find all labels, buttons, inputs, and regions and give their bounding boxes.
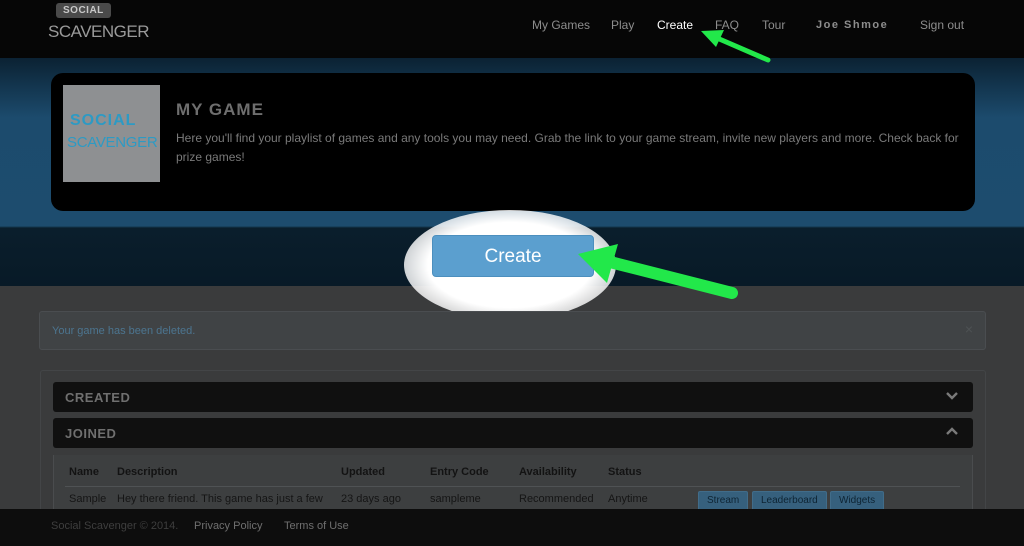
page-description: Here you'll find your playlist of games … — [176, 131, 959, 164]
column-header: Name — [69, 466, 99, 478]
nav-tour[interactable]: Tour — [762, 18, 785, 32]
cell-updated: 23 days ago — [341, 493, 401, 505]
thumbnail-logo-line1: SOCIAL — [70, 112, 137, 129]
nav-user-name[interactable]: Joe Shmoe — [816, 19, 888, 31]
nav-my-games[interactable]: My Games — [532, 18, 590, 32]
column-header: Updated — [341, 466, 385, 478]
section-created-label: CREATED — [65, 390, 131, 405]
column-header: Status — [608, 466, 642, 478]
widgets-button[interactable]: Widgets — [830, 491, 885, 511]
cell-availability: Recommended — [519, 493, 594, 505]
footer: Social Scavenger © 2014. Privacy Policy … — [0, 509, 1024, 546]
top-navbar: SOCIAL SCAVENGER My Games Play Create FA… — [0, 0, 1024, 58]
stream-button[interactable]: Stream — [698, 491, 749, 511]
logo-wordmark: SCAVENGER — [48, 22, 150, 41]
close-icon[interactable]: × — [965, 321, 973, 337]
chevron-down-icon[interactable] — [945, 388, 959, 405]
logo-badge: SOCIAL — [56, 3, 111, 18]
section-created[interactable]: CREATED — [53, 382, 973, 412]
nav-sign-out[interactable]: Sign out — [920, 18, 964, 32]
deleted-alert: Your game has been deleted. × — [39, 311, 986, 350]
alert-message: Your game has been deleted. — [52, 325, 196, 337]
create-button[interactable]: Create — [432, 235, 594, 277]
cell-status: Anytime — [608, 493, 648, 505]
column-header: Availability — [519, 466, 577, 478]
nav-create[interactable]: Create — [657, 18, 693, 32]
leaderboard-button[interactable]: Leaderboard — [752, 491, 827, 511]
cell-entry-code: sampleme — [430, 493, 481, 505]
chevron-up-icon[interactable] — [945, 424, 959, 441]
copyright: Social Scavenger © 2014. — [51, 520, 179, 532]
my-game-hero: SOCIAL SCAVENGER MY GAME Here you'll fin… — [51, 73, 975, 211]
logo[interactable]: SOCIAL SCAVENGER — [46, 3, 150, 43]
column-header: Entry Code — [430, 466, 489, 478]
page-title: MY GAME — [176, 100, 264, 119]
privacy-policy-link[interactable]: Privacy Policy — [194, 520, 262, 532]
terms-of-use-link[interactable]: Terms of Use — [284, 520, 349, 532]
cell-name[interactable]: Sample — [69, 493, 106, 505]
nav-faq[interactable]: FAQ — [715, 18, 739, 32]
section-joined-label: JOINED — [65, 426, 117, 441]
game-thumbnail: SOCIAL SCAVENGER — [63, 85, 160, 182]
section-joined[interactable]: JOINED — [53, 418, 973, 448]
thumbnail-logo-line2: SCAVENGER — [67, 134, 158, 151]
cell-description: Hey there friend. This game has just a f… — [117, 493, 323, 505]
nav-play[interactable]: Play — [611, 18, 634, 32]
column-header: Description — [117, 466, 178, 478]
header-divider — [65, 486, 960, 487]
